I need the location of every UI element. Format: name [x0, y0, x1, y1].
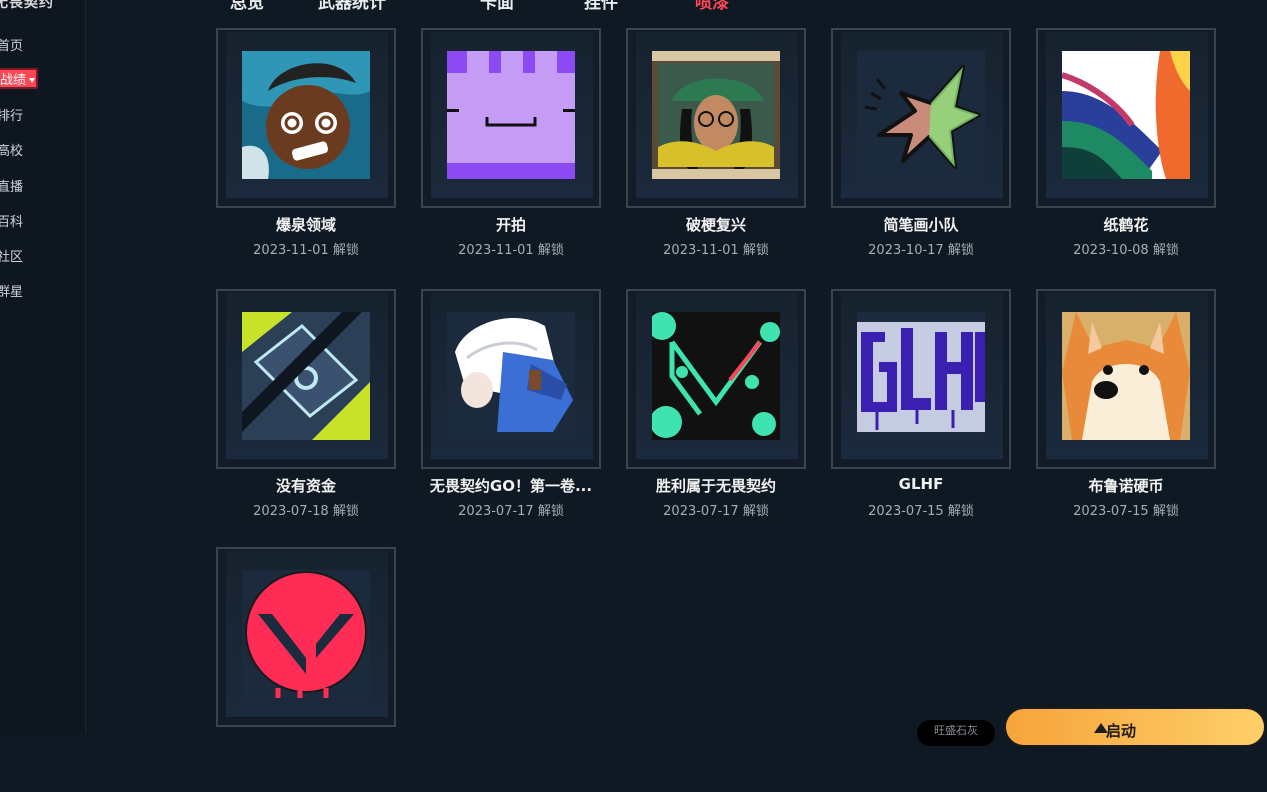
sidebar: 无畏契约 首页 战绩 排行 高校 直播 百科 社区 群星	[0, 0, 86, 734]
spray-frame	[216, 28, 396, 208]
sidebar-item-rank[interactable]: 排行	[0, 105, 23, 124]
spray-card[interactable]	[216, 547, 421, 792]
spray-name: 胜利属于无畏契约	[655, 477, 776, 495]
sidebar-item-home[interactable]: 首页	[0, 35, 23, 54]
spray-card[interactable]: 破梗复兴 2023-11-01 解锁	[626, 28, 831, 273]
spray-unlock-date: 2023-11-01 解锁	[253, 243, 359, 258]
sidebar-item-label: 战绩	[0, 73, 27, 88]
spray-card[interactable]: 没有资金 2023-07-18 解锁	[216, 289, 421, 534]
spray-card[interactable]: 爆泉领域 2023-11-01 解锁	[216, 28, 421, 273]
launch-icon	[1094, 723, 1108, 733]
spray-name: 没有资金	[275, 477, 336, 495]
spray-card[interactable]: 简笔画小队 2023-10-17 解锁	[831, 28, 1036, 273]
spray-image	[652, 51, 780, 179]
launch-button[interactable]: 启动	[1004, 707, 1266, 747]
tab-weapons[interactable]: 武器统计	[318, 0, 386, 13]
spray-frame	[216, 547, 396, 727]
spray-card[interactable]: 无畏契约GO！第一卷... 2023-07-17 解锁	[421, 289, 626, 534]
spray-card[interactable]: GLHF 2023-07-15 解锁	[831, 289, 1036, 534]
spray-name: 纸鹤花	[1103, 216, 1149, 234]
chevron-down-icon	[29, 78, 36, 83]
spray-name: 开拍	[495, 216, 526, 234]
spray-frame	[1036, 289, 1216, 469]
spray-name: GLHF	[898, 475, 944, 493]
tab-charms[interactable]: 挂件	[584, 0, 618, 13]
spray-card[interactable]: 纸鹤花 2023-10-08 解锁	[1036, 28, 1241, 273]
tab-cards[interactable]: 卡面	[480, 0, 514, 13]
spray-unlock-date: 2023-07-17 解锁	[663, 504, 769, 519]
spray-card[interactable]: 开拍 2023-11-01 解锁	[421, 28, 626, 273]
spray-image	[447, 312, 575, 440]
sidebar-item-wiki[interactable]: 百科	[0, 211, 23, 230]
spray-image	[652, 312, 780, 440]
tab-sprays[interactable]: 喷漆	[695, 0, 729, 13]
spray-unlock-date: 2023-10-08 解锁	[1073, 243, 1179, 258]
launch-button-label: 启动	[1106, 722, 1137, 740]
spray-name: 简笔画小队	[883, 216, 959, 234]
spray-name: 布鲁诺硬币	[1088, 477, 1164, 495]
spray-image	[1062, 51, 1190, 179]
spray-frame	[216, 289, 396, 469]
spray-unlock-date: 2023-11-01 解锁	[458, 243, 564, 258]
spray-unlock-date: 2023-07-17 解锁	[458, 504, 564, 519]
spray-unlock-date: 2023-07-18 解锁	[253, 504, 359, 519]
spray-unlock-date: 2023-11-01 解锁	[663, 243, 769, 258]
sidebar-item-live[interactable]: 直播	[0, 176, 23, 195]
spray-image	[242, 312, 370, 440]
spray-frame	[1036, 28, 1216, 208]
sidebar-item-community[interactable]: 社区	[0, 246, 23, 265]
tab-overview[interactable]: 总览	[230, 0, 264, 13]
sidebar-item-stars[interactable]: 群星	[0, 281, 23, 300]
spray-frame	[831, 28, 1011, 208]
brand-logo[interactable]: 无畏契约	[0, 0, 54, 12]
spray-unlock-date: 2023-07-15 解锁	[868, 504, 974, 519]
spray-frame	[421, 28, 601, 208]
spray-frame	[421, 289, 601, 469]
status-pill[interactable]: 旺盛石灰	[917, 720, 995, 746]
spray-name: 无畏契约GO！第一卷...	[429, 477, 593, 495]
spray-card[interactable]: 布鲁诺硬币 2023-07-15 解锁	[1036, 289, 1241, 534]
spray-unlock-date: 2023-07-15 解锁	[1073, 504, 1179, 519]
spray-image	[857, 51, 985, 179]
spray-frame	[626, 28, 806, 208]
spray-image	[857, 312, 985, 440]
spray-frame	[831, 289, 1011, 469]
spray-frame	[626, 289, 806, 469]
spray-image	[1062, 312, 1190, 440]
spray-name: 破梗复兴	[685, 216, 746, 234]
spray-image	[242, 51, 370, 179]
spray-card[interactable]: 胜利属于无畏契约 2023-07-17 解锁	[626, 289, 831, 534]
sidebar-item-college[interactable]: 高校	[0, 140, 23, 159]
spray-image	[447, 51, 575, 179]
spray-name: 爆泉领域	[275, 216, 336, 234]
spray-image	[242, 570, 370, 698]
sidebar-item-stats[interactable]: 战绩	[0, 68, 38, 89]
spray-unlock-date: 2023-10-17 解锁	[868, 243, 974, 258]
